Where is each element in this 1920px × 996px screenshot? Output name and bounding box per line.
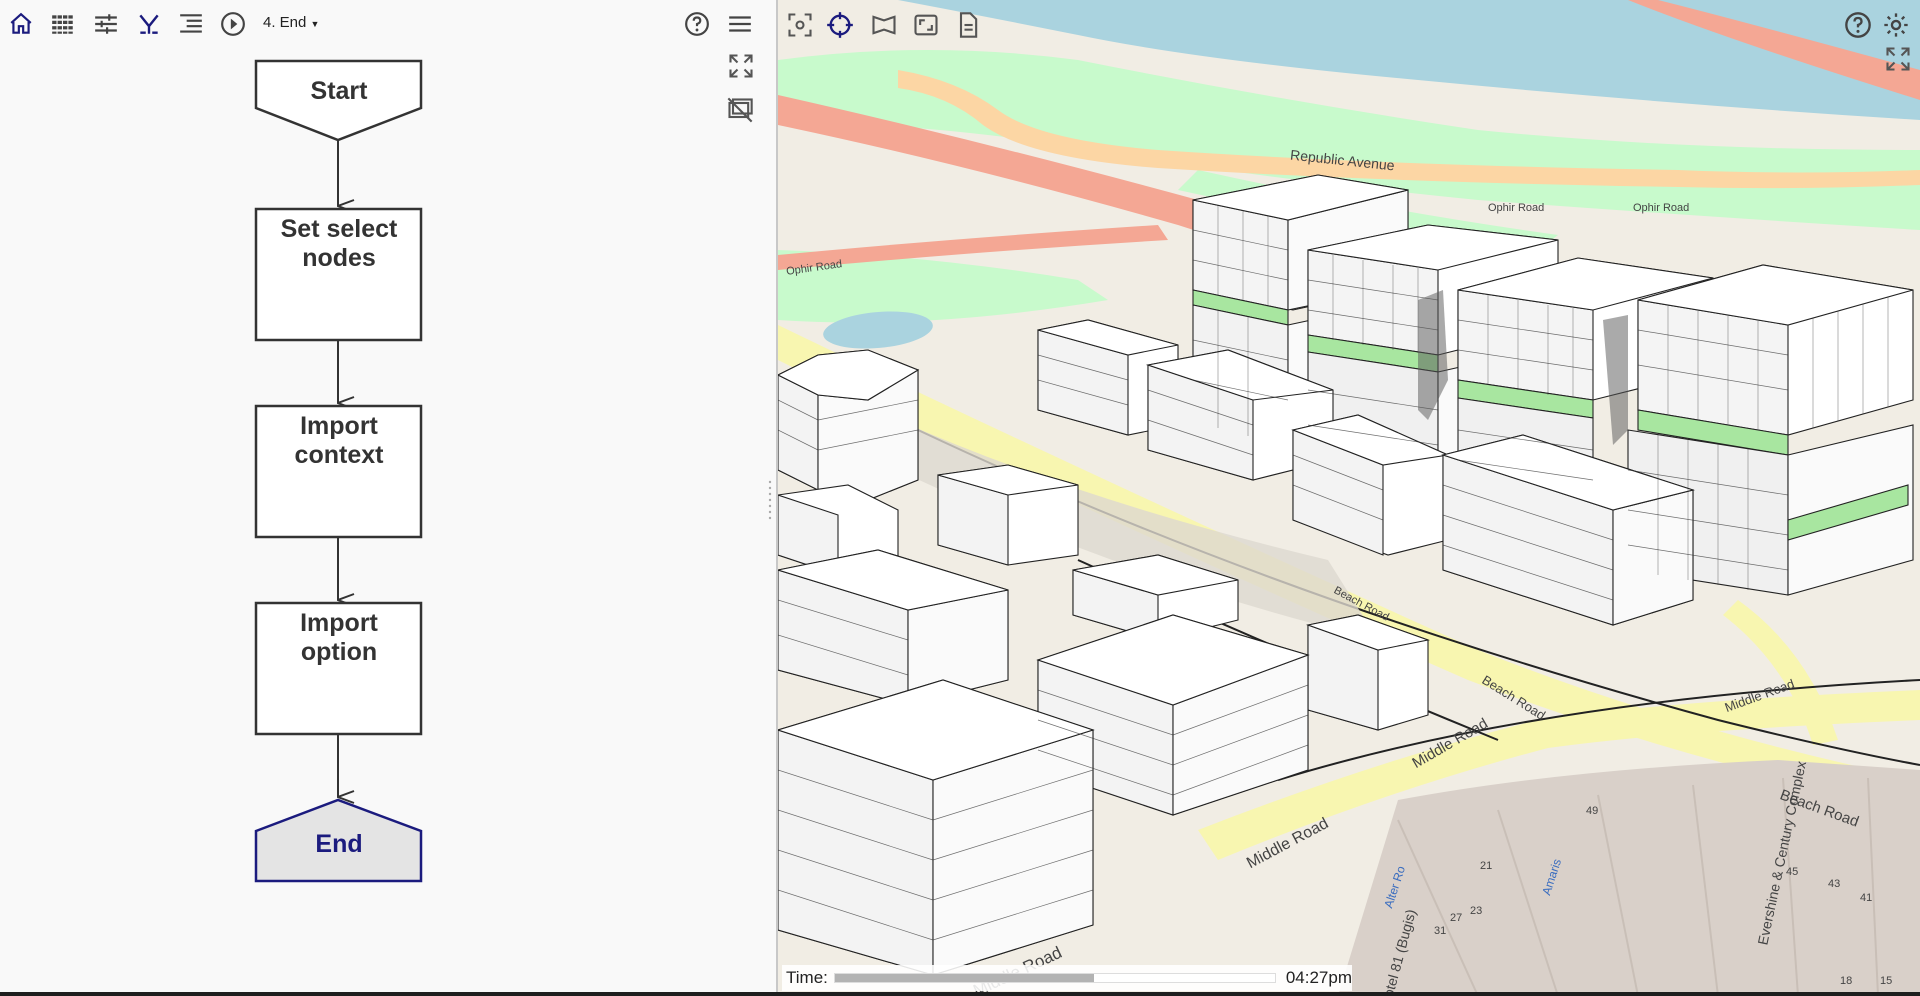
drag-handle-icon[interactable] [767, 478, 773, 522]
fullscreen-icon[interactable] [1882, 44, 1914, 74]
import-option-label: Import option [256, 609, 422, 667]
3d-map-viewer[interactable]: Republic Avenue Ophir Road Ophir Road Op… [778, 0, 1920, 996]
gear-icon[interactable] [1880, 10, 1912, 40]
flowchart-panel: 4. End ▼ Start Set select nodes Import c… [0, 0, 776, 996]
time-label: Time: [786, 968, 828, 987]
map-label: 49 [1586, 805, 1599, 817]
map-label: 27 [1450, 912, 1463, 924]
map-label: 18 [1840, 975, 1853, 987]
time-slider[interactable] [833, 973, 1276, 983]
set-select-nodes-line1: Set select [280, 215, 398, 243]
zoom-extents-icon[interactable] [784, 10, 816, 40]
start-node-label: Start [310, 77, 368, 105]
map-label: 41 [1860, 892, 1873, 904]
perspective-icon[interactable] [868, 10, 900, 40]
end-node-label: End [315, 830, 363, 858]
import-context-line2: context [294, 441, 384, 469]
import-option-line1: Import [300, 609, 378, 637]
map-label: Ophir Road [1488, 202, 1545, 214]
crosshair-icon[interactable] [824, 10, 856, 40]
map-label: 45 [1786, 866, 1799, 878]
bottom-edge [0, 992, 1920, 996]
document-icon[interactable] [952, 10, 984, 40]
app-window: 4. End ▼ Start Set select nodes Import c… [0, 0, 1920, 996]
help-icon[interactable] [1842, 10, 1874, 40]
map-label: 15 [1880, 975, 1893, 987]
import-context-line1: Import [300, 412, 378, 440]
map-label: 43 [1828, 878, 1841, 890]
map-label: 23 [1470, 905, 1483, 917]
map-label: 21 [1480, 860, 1493, 872]
import-context-label: Import context [256, 412, 422, 470]
time-value: 04:27pm [1285, 968, 1353, 987]
set-select-nodes-label: Set select nodes [256, 215, 422, 273]
map-label: 31 [1434, 925, 1447, 937]
map-scene [778, 0, 1920, 996]
frame-icon[interactable] [910, 10, 942, 40]
map-label: Ophir Road [1633, 202, 1690, 214]
import-option-line2: option [300, 638, 378, 666]
time-slider-fill [834, 974, 1095, 982]
time-control: Time: 04:27pm [782, 965, 1352, 991]
set-select-nodes-line2: nodes [302, 244, 376, 272]
